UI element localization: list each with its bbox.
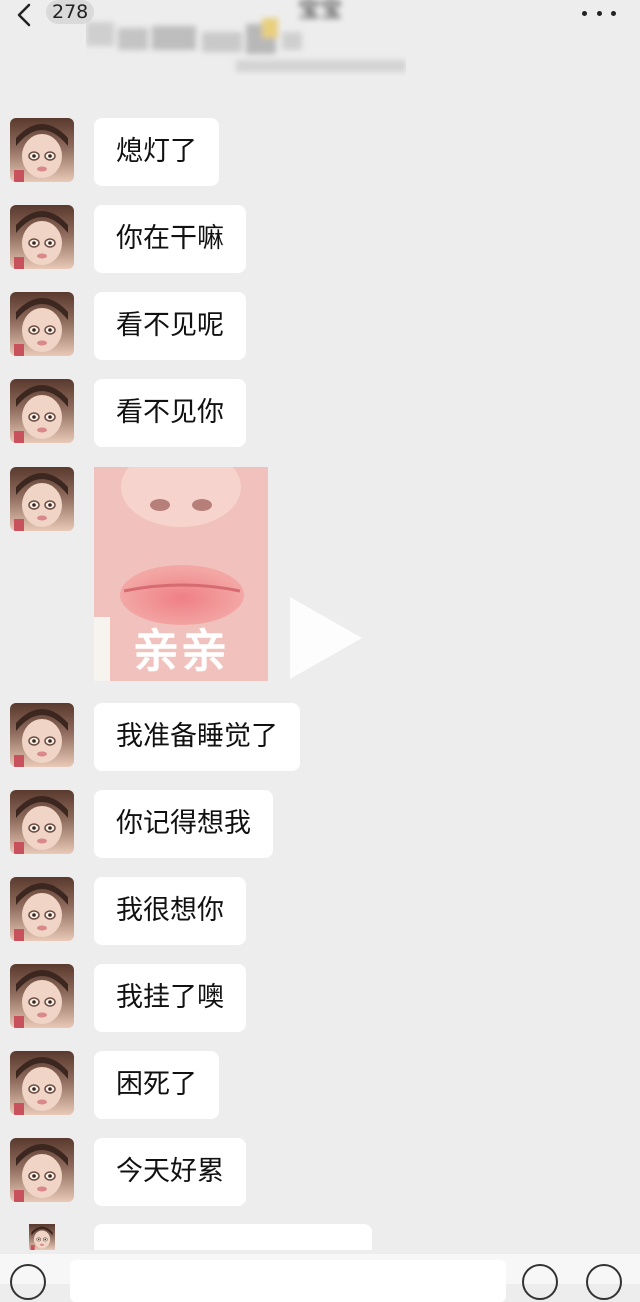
chat-header: 278 宝宝 xyxy=(0,0,640,96)
message-bubble[interactable]: 看不见你 xyxy=(94,379,246,447)
emoji-icon[interactable] xyxy=(522,1264,558,1300)
message-bubble[interactable]: 看不见呢 xyxy=(94,292,246,360)
contact-avatar[interactable] xyxy=(10,1051,74,1115)
message-bubble[interactable]: 你在干嘛 xyxy=(94,205,246,273)
contact-avatar[interactable] xyxy=(10,379,74,443)
message-bubble[interactable]: 困死了 xyxy=(94,1051,219,1119)
message-input[interactable] xyxy=(70,1260,506,1302)
message-bubble-partial[interactable] xyxy=(94,1224,372,1250)
more-dots-icon[interactable] xyxy=(582,6,616,20)
sticker-caption: 亲亲 xyxy=(133,624,229,678)
contact-avatar[interactable] xyxy=(10,292,74,356)
message-bubble[interactable]: 我很想你 xyxy=(94,877,246,945)
sticker-message[interactable]: 亲亲 xyxy=(94,467,268,681)
contact-avatar[interactable] xyxy=(10,1138,74,1202)
message-bubble[interactable]: 我挂了噢 xyxy=(94,964,246,1032)
contact-avatar[interactable] xyxy=(10,205,74,269)
contact-avatar[interactable] xyxy=(10,118,74,182)
voice-icon[interactable] xyxy=(10,1264,46,1300)
contact-avatar[interactable] xyxy=(10,1224,74,1250)
blurred-status-area xyxy=(86,18,406,72)
contact-avatar[interactable] xyxy=(10,964,74,1028)
message-bubble[interactable]: 熄灯了 xyxy=(94,118,219,186)
contact-avatar[interactable] xyxy=(10,467,74,531)
plus-icon[interactable] xyxy=(586,1264,622,1300)
chevron-left-icon[interactable] xyxy=(12,2,38,28)
contact-avatar[interactable] xyxy=(10,703,74,767)
message-bubble[interactable]: 你记得想我 xyxy=(94,790,273,858)
input-bar xyxy=(0,1254,640,1302)
message-bubble[interactable]: 今天好累 xyxy=(94,1138,246,1206)
contact-avatar[interactable] xyxy=(10,877,74,941)
play-icon[interactable] xyxy=(286,593,366,683)
message-bubble[interactable]: 我准备睡觉了 xyxy=(94,703,300,771)
contact-avatar[interactable] xyxy=(10,790,74,854)
